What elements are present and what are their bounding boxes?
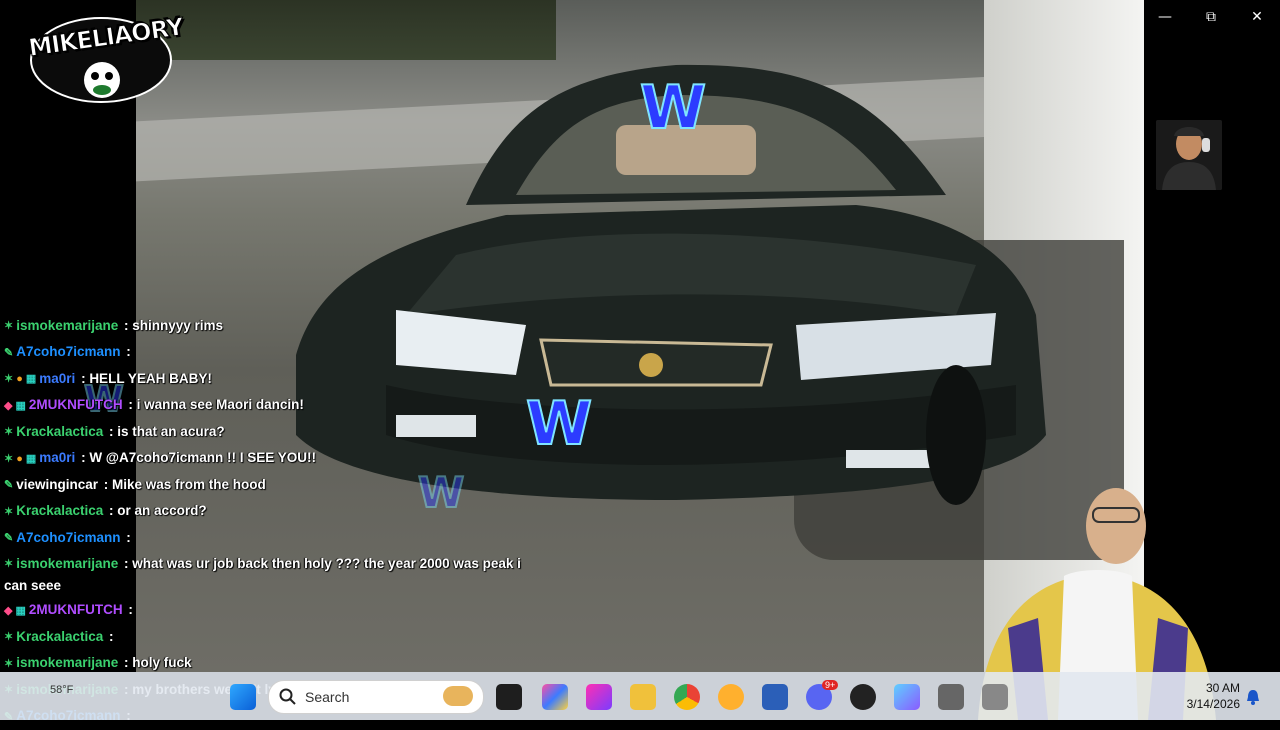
settings-sun-icon[interactable] <box>718 684 744 710</box>
coin-badge-icon: ● <box>16 452 23 465</box>
chat-separator: : <box>77 450 90 466</box>
chat-username[interactable]: ismokemarijane <box>16 655 118 670</box>
system-clock[interactable]: 30 AM 3/14/2026 <box>1180 680 1240 712</box>
chat-message: ◆ ▦ 2MUKNFUTCH : <box>0 597 540 623</box>
chat-username[interactable]: 2MUKNFUTCH <box>29 602 123 617</box>
close-button[interactable]: ✕ <box>1242 6 1272 28</box>
chat-username[interactable]: ismokemarijane <box>16 318 118 333</box>
chat-text: holy fuck <box>132 655 192 671</box>
chat-message: ✶ ● ▦ ma0ri : HELL YEAH BABY! <box>0 366 540 392</box>
chat-separator: : <box>105 628 114 644</box>
chat-text: Mike was from the hood <box>112 476 266 492</box>
copilot-icon[interactable] <box>542 684 568 710</box>
chat-text: HELL YEAH BABY! <box>89 370 212 386</box>
chat-separator: : <box>77 370 90 386</box>
chat-separator: : <box>105 503 118 519</box>
chat-separator: : <box>105 423 118 439</box>
chat-message: ✶ Krackalactica : <box>0 624 540 650</box>
word-icon[interactable] <box>762 684 788 710</box>
paint-app-icon[interactable] <box>586 684 612 710</box>
chat-message: ✶ Krackalactica : is that an acura? <box>0 419 540 445</box>
webcam-person <box>1156 120 1222 190</box>
taskbar-search[interactable]: Search <box>268 680 484 714</box>
restore-button[interactable]: ⧉ <box>1196 6 1226 28</box>
chat-username[interactable]: ma0ri <box>39 450 75 465</box>
clock-date: 3/14/2026 <box>1186 697 1240 711</box>
chat-message: ✶ Krackalactica : or an accord? <box>0 498 540 524</box>
chat-badge-icon: ▦ <box>25 452 37 465</box>
coin-badge-icon: ● <box>16 373 23 386</box>
clock-time: 30 AM <box>1205 681 1240 695</box>
chat-username[interactable]: viewingincar <box>16 477 98 492</box>
chat-text: i wanna see Maori dancin! <box>136 397 304 413</box>
chat-username[interactable]: Krackalactica <box>16 629 103 644</box>
video-trees <box>136 0 556 60</box>
search-highlight-icon <box>443 686 473 706</box>
leaf-badge-icon: ✶ <box>4 558 14 571</box>
start-windows-icon[interactable] <box>230 684 256 710</box>
chat-overlay: ✶ ismokemarijane : shinnyyy rims ✎ A7coho7i… <box>0 313 540 730</box>
pen-badge-icon: ✎ <box>4 479 14 492</box>
tray-app-icon-2[interactable] <box>982 684 1008 710</box>
chat-text: shinnyyy rims <box>132 318 224 333</box>
search-icon <box>279 688 296 705</box>
chat-message: ✶ ● ▦ ma0ri : W @A7coho7icmann !! I SEE YOU… <box>0 445 540 471</box>
chat-text: W @A7coho7icmann !! I SEE YOU!! <box>89 450 317 466</box>
tray-app-icon[interactable] <box>938 684 964 710</box>
leaf-badge-icon: ✶ <box>4 505 14 518</box>
notification-bell-icon[interactable] <box>1246 689 1260 705</box>
streamlabs-icon[interactable] <box>894 684 920 710</box>
w-emote: W <box>639 73 707 143</box>
chat-separator: : <box>122 529 131 545</box>
obs-icon[interactable] <box>850 684 876 710</box>
chat-badge-icon: ▦ <box>15 604 26 617</box>
webcam-thumbnail <box>1156 120 1222 190</box>
chat-separator: : <box>124 397 137 413</box>
chat-message: ✶ ismokemarijane : what was ur job back t… <box>0 551 524 597</box>
leaf-badge-icon: ✶ <box>4 426 14 439</box>
chat-message: ✶ ismokemarijane : shinnyyy rims <box>0 313 540 339</box>
search-label: Search <box>305 689 350 705</box>
task-view-icon[interactable] <box>496 684 522 710</box>
gift-badge-icon: ◆ <box>4 604 13 617</box>
leaf-badge-icon: ✶ <box>4 373 14 386</box>
chat-separator: : <box>100 476 112 492</box>
minimize-button[interactable]: — <box>1150 6 1180 28</box>
chat-username[interactable]: A7coho7icmann <box>16 344 120 359</box>
chat-username[interactable]: Krackalactica <box>16 503 103 518</box>
chat-text: or an accord? <box>117 503 207 519</box>
chat-separator: : <box>122 344 131 360</box>
chat-message: ✎ viewingincar : Mike was from the hood <box>0 472 540 498</box>
pen-badge-icon: ✎ <box>4 531 14 544</box>
chrome-icon[interactable] <box>674 684 700 710</box>
chat-separator: : <box>120 318 133 333</box>
weather-temp[interactable]: 58°F <box>50 684 73 696</box>
discord-badge: 9+ <box>822 680 839 690</box>
chat-separator: : <box>120 655 133 671</box>
chat-badge-icon: ▦ <box>25 373 37 386</box>
chat-separator: : <box>124 602 133 618</box>
chat-separator: : <box>120 555 133 571</box>
leaf-badge-icon: ✶ <box>4 631 14 644</box>
leaf-badge-icon: ✶ <box>4 452 14 465</box>
file-explorer-icon[interactable] <box>630 684 656 710</box>
chat-username[interactable]: ma0ri <box>39 371 75 386</box>
pen-badge-icon: ✎ <box>4 346 14 359</box>
chat-message: ✎A7coho7icmann : <box>0 339 540 365</box>
chat-username[interactable]: Krackalactica <box>16 424 103 439</box>
chat-username[interactable]: 2MUKNFUTCH <box>29 397 123 412</box>
chat-text: is that an acura? <box>117 423 225 439</box>
chat-badge-icon: ▦ <box>15 399 26 412</box>
gift-badge-icon: ◆ <box>4 399 13 412</box>
channel-logo: MIKELIAORY <box>26 12 185 108</box>
chat-message: ◆ ▦ 2MUKNFUTCH : i wanna see Maori dancin! <box>0 392 540 418</box>
chat-username[interactable]: ismokemarijane <box>16 556 118 571</box>
leaf-badge-icon: ✶ <box>4 320 14 333</box>
chat-username[interactable]: A7coho7icmann <box>16 530 120 545</box>
chat-message: ✎A7coho7icmann : <box>0 525 540 551</box>
